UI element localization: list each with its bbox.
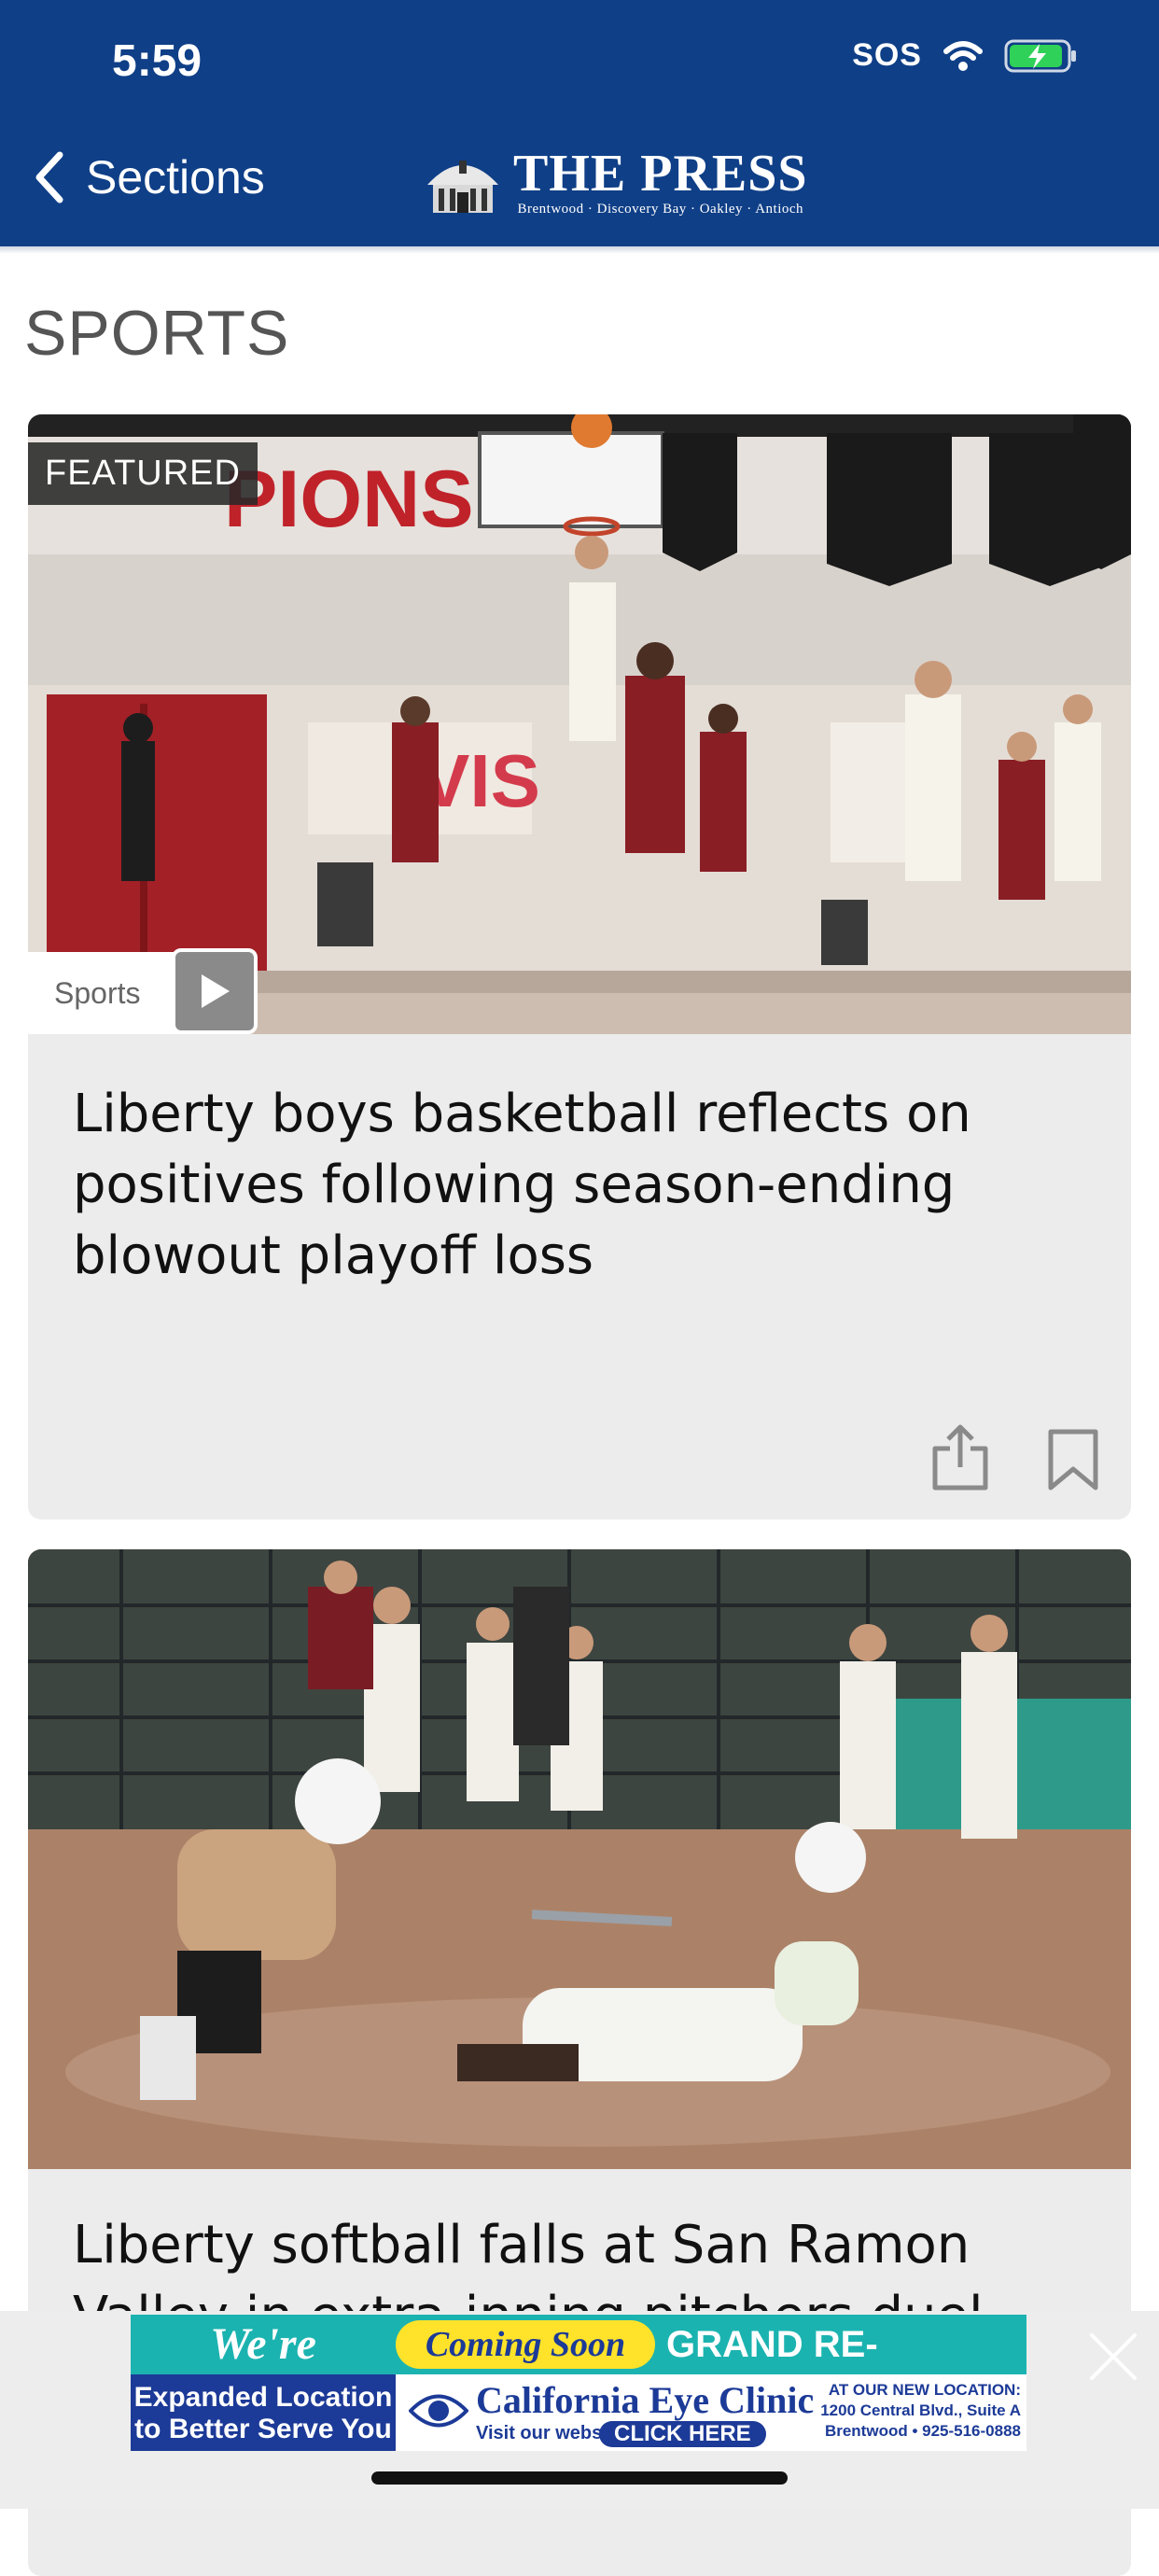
bookmark-icon	[1048, 1429, 1098, 1491]
ad-expanded-text: Expanded Location to Better Serve You	[131, 2374, 396, 2451]
logo-wordmark: THE PRESS	[513, 145, 808, 203]
publication-logo[interactable]: THE PRESS Brentwood · Discovery Bay · Oa…	[424, 145, 808, 217]
ad-moving-text: We're moving!	[131, 2315, 396, 2429]
eye-icon	[409, 2394, 468, 2428]
ad-grand-reopening: GRAND RE-OPENING	[666, 2324, 878, 2425]
top-navigation-bar: 5:59 SOS Sections THE PRESS Brentwood · …	[0, 0, 1159, 246]
share-icon	[932, 1424, 988, 1491]
category-label: Sports	[54, 975, 141, 1010]
ad-banner[interactable]: We're moving! Expanded Location to Bette…	[131, 2315, 1026, 2451]
logo-tagline: Brentwood · Discovery Bay · Oakley · Ant…	[517, 202, 804, 217]
ad-clinic-name: California Eye Clinic	[476, 2379, 815, 2421]
header-shadow	[0, 246, 1159, 254]
bookmark-button[interactable]	[1047, 1428, 1099, 1491]
ad-click-here-button[interactable]: CLICK HERE	[599, 2421, 766, 2447]
share-button[interactable]	[929, 1424, 991, 1491]
featured-badge: FEATURED	[28, 442, 258, 505]
close-ad-button[interactable]	[1088, 2331, 1138, 2382]
article-photo[interactable]: PIONS VIS FEATURED Sports	[28, 414, 1131, 1034]
svg-text:PIONS: PIONS	[224, 455, 474, 544]
article-headline[interactable]: Liberty boys basketball reflects on posi…	[73, 1079, 1090, 1292]
play-icon	[202, 974, 230, 1008]
courthouse-logo-icon	[427, 160, 498, 213]
softball-photo	[28, 1549, 1131, 2169]
ad-address-line: 1200 Central Blvd., Suite A	[820, 2401, 1021, 2419]
status-time: 5:59	[112, 36, 202, 86]
play-video-button[interactable]	[172, 948, 258, 1034]
section-title: SPORTS	[24, 298, 290, 369]
ad-coming-soon: Coming Soon	[396, 2320, 655, 2369]
back-button-label: Sections	[86, 151, 265, 203]
wifi-icon	[943, 40, 983, 71]
chevron-left-icon	[35, 151, 63, 203]
battery-charging-icon	[1004, 39, 1076, 72]
ad-left-panel: We're moving! Expanded Location to Bette…	[131, 2315, 396, 2451]
status-icons: SOS	[852, 37, 1079, 74]
close-icon	[1090, 2333, 1137, 2380]
ad-address: AT OUR NEW LOCATION: 1200 Central Blvd.,…	[806, 2380, 1021, 2442]
basketball-photo: PIONS VIS	[28, 414, 1131, 1034]
ad-address-line: AT OUR NEW LOCATION:	[828, 2381, 1021, 2399]
article-photo[interactable]	[28, 1549, 1131, 2169]
sos-indicator: SOS	[852, 37, 922, 73]
back-button[interactable]: Sections	[32, 149, 265, 205]
ad-bottom-right-panel: California Eye Clinic Visit our website …	[396, 2374, 1026, 2451]
ad-address-line: Brentwood • 925-516-0888	[824, 2422, 1021, 2440]
home-indicator	[371, 2471, 788, 2485]
ad-top-right-panel: Coming Soon GRAND RE-OPENING	[396, 2315, 1026, 2425]
article-card[interactable]: PIONS VIS FEATURED Sports Liberty boys b…	[28, 414, 1131, 1519]
